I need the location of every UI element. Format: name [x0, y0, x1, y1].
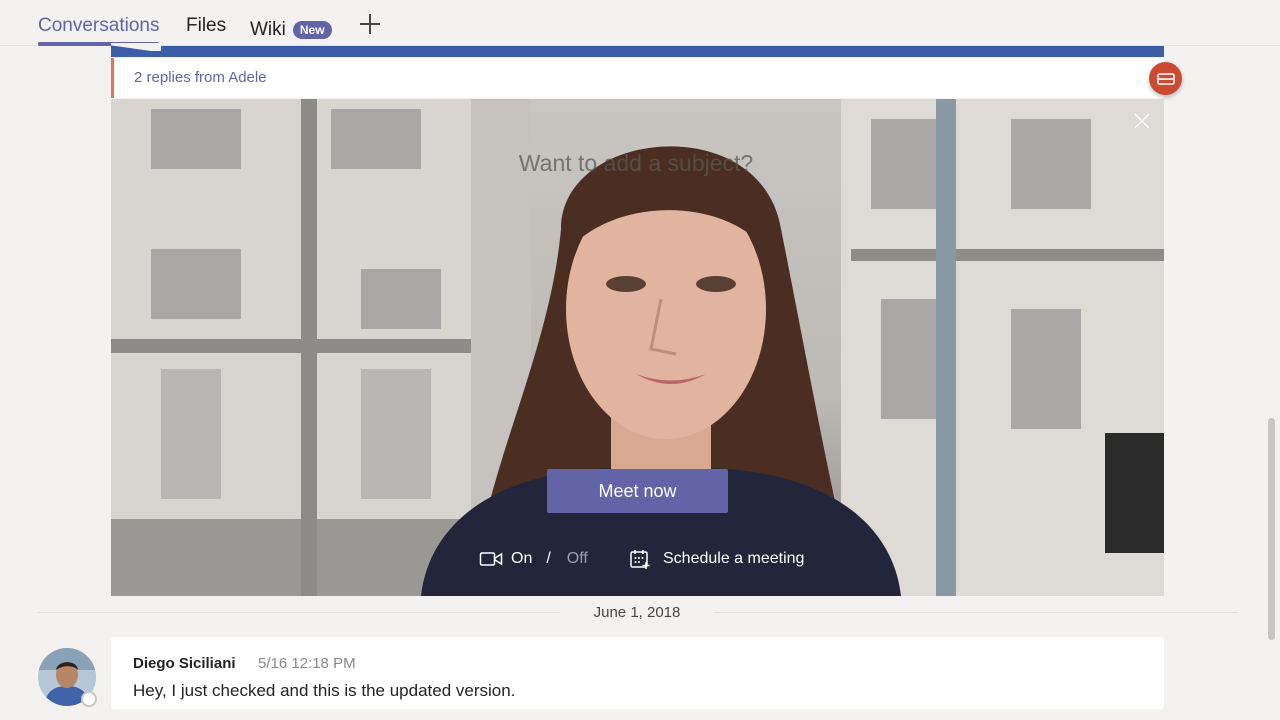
video-toggle: On / Off	[479, 546, 588, 572]
tab-wiki[interactable]: Wiki New	[250, 14, 332, 46]
video-camera-icon[interactable]	[479, 550, 503, 568]
window-frame	[936, 99, 956, 596]
background-monitor	[1105, 433, 1164, 553]
tab-conversations[interactable]: Conversations	[38, 14, 160, 46]
new-badge: New	[292, 21, 332, 39]
date-divider: June 1, 2018	[560, 602, 714, 624]
meeting-indicator-button[interactable]	[1149, 62, 1182, 95]
person-video-feed	[421, 146, 901, 596]
presence-status-icon	[81, 691, 97, 707]
background-window	[151, 249, 241, 319]
message-timestamp: 5/16 12:18 PM	[258, 655, 356, 672]
tab-conversations-label: Conversations	[38, 15, 160, 36]
meet-now-button[interactable]: Meet now	[547, 469, 728, 513]
message-author[interactable]: Diego Siciliani	[133, 655, 236, 672]
background-window	[1011, 119, 1091, 209]
meeting-subject-input[interactable]	[411, 149, 861, 177]
background-window	[161, 369, 221, 499]
background-window	[151, 109, 241, 169]
toggle-separator: /	[546, 550, 551, 567]
tab-files-label: Files	[186, 15, 227, 36]
tab-wiki-label: Wiki	[250, 19, 286, 40]
video-off-option[interactable]: Off	[567, 550, 588, 568]
add-tab-plus-icon[interactable]	[358, 12, 382, 36]
meeting-video-preview: Meet now On / Off Schedule a meeting	[111, 99, 1164, 596]
video-on-option[interactable]: On	[511, 550, 532, 568]
tab-files[interactable]: Files	[186, 14, 226, 46]
background-window	[1011, 309, 1081, 429]
message-card: Diego Siciliani 5/16 12:18 PM Hey, I jus…	[111, 637, 1164, 709]
thread-accent-bar	[111, 46, 1164, 57]
channel-tab-bar: Conversations Files Wiki New	[0, 0, 1280, 46]
background-window	[331, 109, 421, 169]
replies-bar: 2 replies from Adele	[111, 58, 1164, 98]
scrollbar-thumb[interactable]	[1268, 418, 1275, 640]
calendar-add-icon	[630, 550, 650, 569]
replies-link[interactable]: 2 replies from Adele	[134, 69, 267, 86]
message-body: Hey, I just checked and this is the upda…	[133, 681, 516, 700]
schedule-meeting-link[interactable]: Schedule a meeting	[629, 546, 804, 572]
close-icon[interactable]	[1133, 112, 1151, 130]
schedule-meeting-label: Schedule a meeting	[663, 550, 805, 567]
meeting-icon	[1156, 72, 1175, 85]
